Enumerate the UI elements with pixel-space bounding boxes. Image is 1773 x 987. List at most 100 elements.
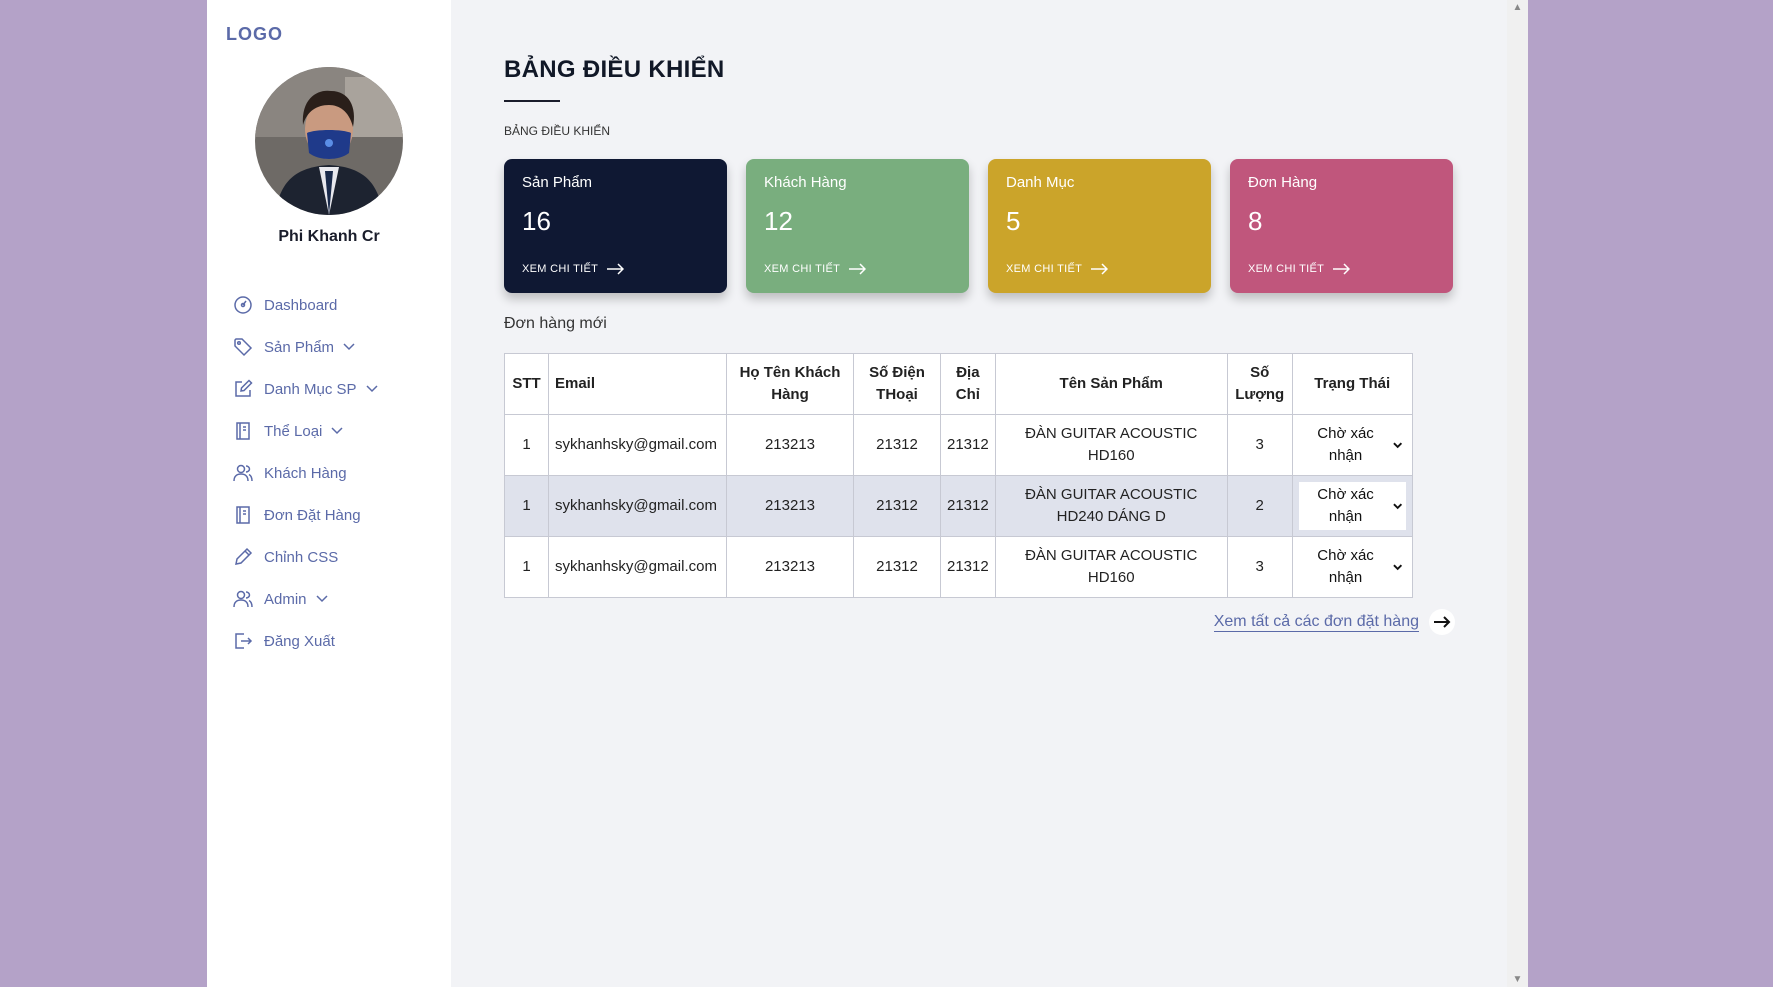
card-value: 8 <box>1248 206 1263 236</box>
cell-qty: 3 <box>1226 536 1293 598</box>
view-all-orders-link[interactable]: Xem tất cả các đơn đặt hàng <box>1213 613 1419 632</box>
sidebar-item-chinh-css[interactable]: Chỉnh CSS <box>232 536 378 578</box>
col-status: Trạng Thái <box>1291 353 1413 415</box>
sidebar-item-danh-muc-sp[interactable]: Danh Mục SP <box>232 368 378 410</box>
card-link-text: XEM CHI TIẾT <box>764 263 841 275</box>
cell-email: sykhanhsky@gmail.com <box>548 536 727 598</box>
avatar <box>255 67 403 215</box>
page-title: BẢNG ĐIỀU KHIỂN <box>504 56 725 83</box>
chevron-down-icon <box>1393 442 1403 448</box>
cell-status: Chờ xác nhận <box>1291 475 1413 537</box>
card-detail-link[interactable]: XEM CHI TIẾT <box>1248 263 1351 275</box>
users-icon <box>232 462 254 484</box>
sidebar-item-label: Khách Hàng <box>264 464 347 482</box>
cell-name: 213213 <box>726 475 854 537</box>
cell-phone: 21312 <box>853 536 941 598</box>
status-select[interactable]: Chờ xác nhận <box>1298 543 1406 591</box>
sidebar-item-label: Admin <box>264 590 307 608</box>
card-detail-link[interactable]: XEM CHI TIẾT <box>522 263 625 275</box>
breadcrumb: BẢNG ĐIỀU KHIỂN <box>504 124 611 138</box>
cell-name: 213213 <box>726 536 854 598</box>
sidebar-item-dang-xuat[interactable]: Đăng Xuất <box>232 620 378 662</box>
arrow-right-icon <box>849 263 867 275</box>
sidebar-item-admin[interactable]: Admin <box>232 578 378 620</box>
cell-stt: 1 <box>504 475 549 537</box>
stat-card-khach-hang: Khách Hàng 12 XEM CHI TIẾT <box>746 159 969 293</box>
status-select[interactable]: Chờ xác nhận <box>1298 421 1406 469</box>
title-underline <box>504 100 560 102</box>
card-link-text: XEM CHI TIẾT <box>1248 263 1325 275</box>
view-all-orders: Xem tất cả các đơn đặt hàng <box>1213 609 1455 635</box>
scroll-up-icon[interactable]: ▲ <box>1507 2 1528 13</box>
scrollbar[interactable]: ▲ ▼ <box>1507 0 1528 987</box>
card-label: Khách Hàng <box>764 174 847 191</box>
cell-product: ĐÀN GUITAR ACOUSTIC HD160 <box>994 536 1228 598</box>
cell-stt: 1 <box>504 536 549 598</box>
chevron-down-icon[interactable] <box>316 595 328 603</box>
user-name: Phi Khanh Cr <box>278 228 380 245</box>
table-row: 1 sykhanhsky@gmail.com 213213 21312 2131… <box>504 414 1413 476</box>
sidebar-item-san-pham[interactable]: Sản Phẩm <box>232 326 378 368</box>
col-phone: Số Điện THoại <box>853 353 941 415</box>
sidebar-item-dashboard[interactable]: Dashboard <box>232 284 378 326</box>
sidebar-item-label: Đơn Đặt Hàng <box>264 506 361 524</box>
card-value: 16 <box>522 206 551 236</box>
cell-product: ĐÀN GUITAR ACOUSTIC HD160 <box>994 414 1228 476</box>
cell-qty: 2 <box>1226 475 1293 537</box>
sidebar-item-label: Thể Loại <box>264 422 323 440</box>
pencil-icon <box>232 546 254 568</box>
stat-card-san-pham: Sản Phẩm 16 XEM CHI TIẾT <box>504 159 727 293</box>
cell-address: 21312 <box>940 414 996 476</box>
card-detail-link[interactable]: XEM CHI TIẾT <box>1006 263 1109 275</box>
cell-qty: 3 <box>1226 414 1293 476</box>
gauge-icon <box>232 294 254 316</box>
cell-stt: 1 <box>504 414 549 476</box>
chevron-down-icon[interactable] <box>343 343 355 351</box>
orders-table: STT Email Họ Tên Khách Hàng Số Điện THoại … <box>504 353 1413 598</box>
logout-icon <box>232 630 254 652</box>
card-label: Danh Mục <box>1006 174 1075 191</box>
chevron-down-icon <box>1393 564 1403 570</box>
col-name: Họ Tên Khách Hàng <box>726 353 854 415</box>
orders-section-title: Đơn hàng mới <box>504 315 607 332</box>
chevron-down-icon[interactable] <box>366 385 378 393</box>
sidebar-item-label: Chỉnh CSS <box>264 548 339 566</box>
card-label: Sản Phẩm <box>522 174 593 191</box>
cell-phone: 21312 <box>853 475 941 537</box>
edit-icon <box>232 378 254 400</box>
cell-address: 21312 <box>940 536 996 598</box>
users-icon <box>232 588 254 610</box>
status-select[interactable]: Chờ xác nhận <box>1298 482 1406 530</box>
cell-email: sykhanhsky@gmail.com <box>548 414 727 476</box>
table-header-row: STT Email Họ Tên Khách Hàng Số Điện THoại … <box>504 353 1413 415</box>
stat-card-don-hang: Đơn Hàng 8 XEM CHI TIẾT <box>1230 159 1453 293</box>
card-detail-link[interactable]: XEM CHI TIẾT <box>764 263 867 275</box>
sidebar-item-don-dat-hang[interactable]: Đơn Đặt Hàng <box>232 494 378 536</box>
col-address: Địa Chỉ <box>940 353 996 415</box>
sidebar-item-label: Đăng Xuất <box>264 632 335 650</box>
sidebar-item-khach-hang[interactable]: Khách Hàng <box>232 452 378 494</box>
card-value: 5 <box>1006 206 1021 236</box>
sidebar-item-label: Danh Mục SP <box>264 380 357 398</box>
arrow-right-icon[interactable] <box>1429 609 1455 635</box>
sidebar-item-label: Sản Phẩm <box>264 338 335 356</box>
col-email: Email <box>548 353 727 415</box>
card-value: 12 <box>764 206 793 236</box>
cell-product: ĐÀN GUITAR ACOUSTIC HD240 DÁNG D <box>994 475 1228 537</box>
col-qty: Số Lượng <box>1226 353 1293 415</box>
cell-phone: 21312 <box>853 414 941 476</box>
sidebar-item-the-loai[interactable]: Thể Loại <box>232 410 378 452</box>
scroll-down-icon[interactable]: ▼ <box>1507 974 1528 985</box>
cell-name: 213213 <box>726 414 854 476</box>
book-icon <box>232 420 254 442</box>
table-row: 1 sykhanhsky@gmail.com 213213 21312 2131… <box>504 475 1413 537</box>
chevron-down-icon <box>1393 503 1403 509</box>
arrow-right-icon <box>1333 263 1351 275</box>
chevron-down-icon[interactable] <box>331 427 343 435</box>
card-link-text: XEM CHI TIẾT <box>1006 263 1083 275</box>
card-link-text: XEM CHI TIẾT <box>522 263 599 275</box>
sidebar: LOGO Phi Khanh Cr Dashboard Sản Phẩm Dan… <box>207 0 451 987</box>
main-content: BẢNG ĐIỀU KHIỂN BẢNG ĐIỀU KHIỂN Sản Phẩm… <box>451 0 1507 987</box>
arrow-right-icon <box>607 263 625 275</box>
logo[interactable]: LOGO <box>226 24 283 45</box>
